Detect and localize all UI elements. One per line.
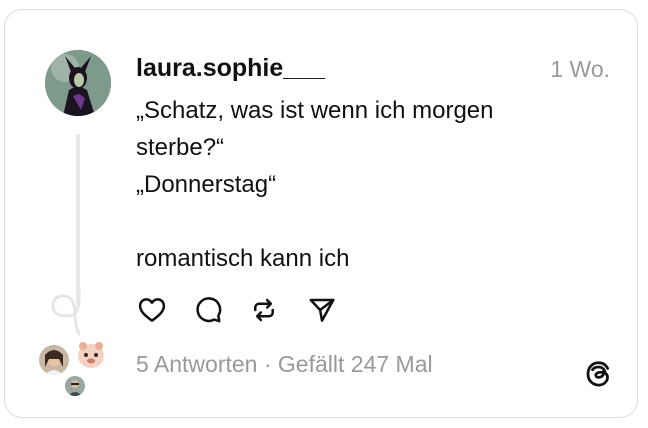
repost-icon xyxy=(254,298,274,322)
post-engagement: 5 Antworten · Gefällt 247 Mal xyxy=(136,351,433,378)
repost-button[interactable] xyxy=(248,294,280,326)
author-avatar[interactable] xyxy=(45,50,111,116)
post-body-text: „Schatz, was ist wenn ich morgen sterbe?… xyxy=(136,97,494,272)
maleficent-avatar-image xyxy=(45,50,111,116)
replies-count-link[interactable]: 5 Antworten xyxy=(136,351,257,377)
send-icon xyxy=(309,298,335,322)
threads-logo-icon[interactable] xyxy=(583,359,613,389)
replier-avatar[interactable] xyxy=(73,336,109,372)
likes-count-link[interactable]: Gefällt 247 Mal xyxy=(278,351,433,377)
share-button[interactable] xyxy=(306,294,338,326)
replier-avatar[interactable] xyxy=(65,376,85,396)
comment-icon xyxy=(196,297,222,323)
like-button[interactable] xyxy=(136,294,168,326)
replier-avatar-image xyxy=(73,336,109,372)
replier-avatar-image xyxy=(39,345,69,375)
replier-avatar-image xyxy=(65,376,85,396)
post-timestamp[interactable]: 1 Wo. xyxy=(550,56,610,83)
heart-icon xyxy=(138,298,166,322)
replier-avatar[interactable] xyxy=(39,345,69,375)
meta-separator: · xyxy=(257,351,278,377)
thread-loop-icon xyxy=(51,286,81,336)
thread-connector-line xyxy=(76,134,80,304)
author-username[interactable]: laura.sophie___ xyxy=(136,54,325,83)
reply-button[interactable] xyxy=(192,294,224,326)
thread-post-card[interactable]: laura.sophie___ 1 Wo. „Schatz, was ist w… xyxy=(4,9,638,418)
